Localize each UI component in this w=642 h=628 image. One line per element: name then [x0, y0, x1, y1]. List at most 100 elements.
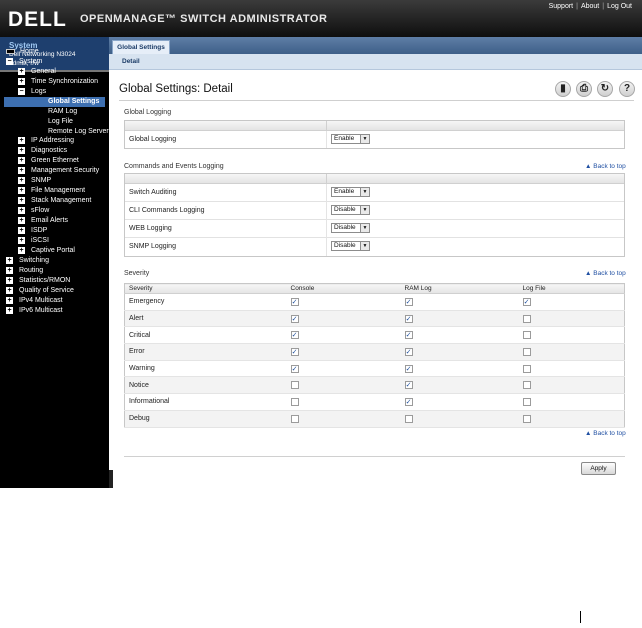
plus-icon[interactable]: +	[18, 136, 25, 144]
nav-item-ram-log[interactable]: RAM Log	[34, 107, 77, 117]
console-checkbox[interactable]	[290, 381, 299, 390]
tab-global-settings[interactable]: Global Settings	[112, 40, 170, 54]
ram-log-checkbox[interactable]: ✓	[404, 314, 413, 323]
nav-item-routing[interactable]: + Routing	[6, 266, 43, 276]
nav-item-label: IPv4 Multicast	[19, 297, 63, 304]
nav-item-global-settings[interactable]: Global Settings	[4, 97, 105, 107]
nav-item-stack-management[interactable]: + Stack Management	[18, 196, 91, 206]
console-checkbox[interactable]: ✓	[290, 314, 299, 323]
ram-log-checkbox[interactable]: ✓	[404, 381, 413, 390]
nav-item-system[interactable]: − System	[6, 57, 42, 67]
subtab-detail[interactable]: Detail	[122, 58, 140, 65]
logout-link[interactable]: Log Out	[607, 3, 632, 10]
plus-icon[interactable]: +	[6, 306, 13, 314]
support-link[interactable]: Support	[549, 3, 574, 10]
global-logging-select[interactable]: Enable ▼	[331, 134, 370, 144]
logging-select[interactable]: Disable ▼	[331, 241, 370, 251]
nav-item-label: Time Synchronization	[31, 78, 99, 85]
log-file-checkbox[interactable]: ✓	[522, 297, 531, 306]
ram-log-checkbox[interactable]: ✓	[404, 347, 413, 356]
plus-icon[interactable]: +	[18, 166, 25, 174]
nav-item-captive-portal[interactable]: + Captive Portal	[18, 246, 75, 256]
log-file-checkbox[interactable]	[522, 397, 531, 406]
nav-item-ip-addressing[interactable]: + IP Addressing	[18, 136, 74, 146]
nav-item-logs[interactable]: − Logs	[18, 87, 46, 97]
nav-item-statistics-rmon[interactable]: + Statistics/RMON	[6, 276, 70, 286]
console-checkbox[interactable]	[290, 397, 299, 406]
nav-item-log-file[interactable]: Log File	[34, 117, 73, 127]
plus-icon[interactable]: +	[18, 156, 25, 164]
ram-log-checkbox[interactable]: ✓	[404, 297, 413, 306]
nav-item-switching[interactable]: + Switching	[6, 256, 49, 266]
ram-log-checkbox[interactable]: ✓	[404, 331, 413, 340]
plus-icon[interactable]: +	[6, 296, 13, 304]
nav-item-label: SNMP	[31, 177, 52, 184]
severity-cell-console	[286, 376, 401, 395]
nav-item-iscsi[interactable]: + iSCSI	[18, 236, 49, 246]
folder-icon[interactable]	[6, 48, 15, 54]
console-checkbox[interactable]: ✓	[290, 364, 299, 373]
console-checkbox[interactable]	[290, 414, 299, 423]
print-icon[interactable]: ⎙	[576, 81, 592, 97]
logging-select[interactable]: Disable ▼	[331, 205, 370, 215]
back-to-top-link[interactable]: ▲ Back to top	[585, 430, 626, 437]
nav-item-green-ethernet[interactable]: + Green Ethernet	[18, 156, 79, 166]
back-to-top-link[interactable]: ▲ Back to top	[585, 163, 626, 170]
ram-log-checkbox[interactable]: ✓	[404, 397, 413, 406]
nav-item-time-synchronization[interactable]: + Time Synchronization	[18, 77, 98, 87]
log-file-checkbox[interactable]	[522, 414, 531, 423]
severity-cell-ram-log: ✓	[400, 376, 519, 395]
plus-icon[interactable]: +	[18, 236, 25, 244]
log-file-checkbox[interactable]	[522, 314, 531, 323]
nav-item-sflow[interactable]: + sFlow	[18, 206, 49, 216]
logging-select[interactable]: Enable ▼	[331, 187, 370, 197]
scroll-handle[interactable]	[109, 470, 113, 488]
plus-icon[interactable]: +	[6, 266, 13, 274]
log-file-checkbox[interactable]	[522, 347, 531, 356]
plus-icon[interactable]: +	[6, 286, 13, 294]
nav-item-home[interactable]: Home	[6, 47, 39, 57]
logging-select[interactable]: Disable ▼	[331, 223, 370, 233]
help-icon[interactable]: ?	[619, 81, 635, 97]
nav-item-ipv6-multicast[interactable]: + IPv6 Multicast	[6, 306, 63, 316]
console-checkbox[interactable]: ✓	[290, 331, 299, 340]
nav-item-label: Home	[20, 48, 39, 55]
plus-icon[interactable]: +	[18, 186, 25, 194]
plus-icon[interactable]: +	[18, 226, 25, 234]
nav-item-quality-of-service[interactable]: + Quality of Service	[6, 286, 74, 296]
plus-icon[interactable]: +	[18, 216, 25, 224]
console-checkbox[interactable]: ✓	[290, 347, 299, 356]
nav-item-diagnostics[interactable]: + Diagnostics	[18, 146, 67, 156]
plus-icon[interactable]: +	[18, 176, 25, 184]
plus-icon[interactable]: +	[18, 146, 25, 154]
nav-item-snmp[interactable]: + SNMP	[18, 176, 51, 186]
minus-icon[interactable]: −	[18, 87, 25, 95]
plus-icon[interactable]: +	[6, 256, 13, 264]
plus-icon[interactable]: +	[6, 276, 13, 284]
log-file-checkbox[interactable]	[522, 331, 531, 340]
dropdown-arrow-icon: ▼	[360, 188, 369, 196]
nav-item-general[interactable]: + General	[18, 67, 56, 77]
plus-icon[interactable]: +	[18, 77, 25, 85]
plus-icon[interactable]: +	[18, 67, 25, 75]
plus-icon[interactable]: +	[18, 206, 25, 214]
about-link[interactable]: About	[581, 3, 599, 10]
console-checkbox[interactable]: ✓	[290, 297, 299, 306]
save-icon[interactable]: ▮	[555, 81, 571, 97]
log-file-checkbox[interactable]	[522, 381, 531, 390]
ram-log-checkbox[interactable]	[404, 414, 413, 423]
nav-item-file-management[interactable]: + File Management	[18, 186, 85, 196]
plus-icon[interactable]: +	[18, 246, 25, 254]
nav-item-isdp[interactable]: + ISDP	[18, 226, 47, 236]
plus-icon[interactable]: +	[18, 196, 25, 204]
back-to-top-link[interactable]: ▲ Back to top	[585, 270, 626, 277]
ram-log-checkbox[interactable]: ✓	[404, 364, 413, 373]
log-file-checkbox[interactable]	[522, 364, 531, 373]
refresh-icon[interactable]: ↻	[597, 81, 613, 97]
nav-item-label: Green Ethernet	[31, 157, 79, 164]
nav-item-email-alerts[interactable]: + Email Alerts	[18, 216, 68, 226]
nav-item-management-security[interactable]: + Management Security	[18, 166, 99, 176]
apply-button[interactable]: Apply	[581, 462, 616, 475]
minus-icon[interactable]: −	[6, 57, 13, 65]
nav-item-ipv4-multicast[interactable]: + IPv4 Multicast	[6, 296, 63, 306]
